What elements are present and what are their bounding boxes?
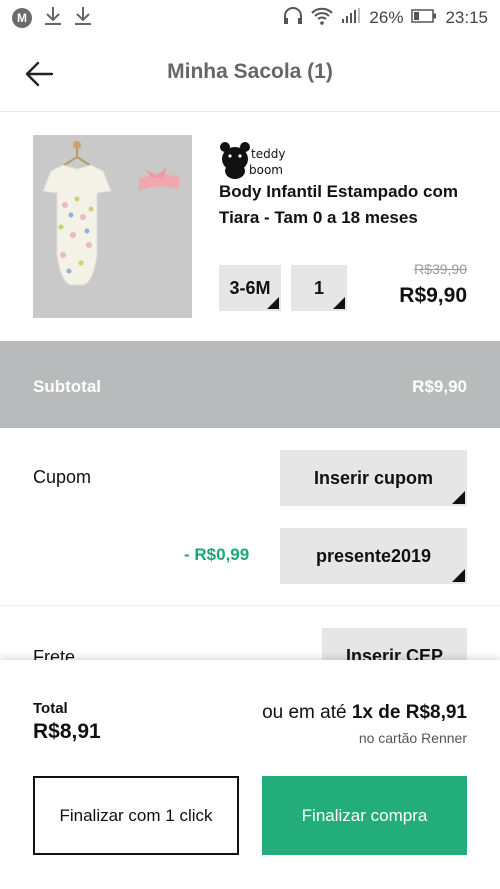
subtotal-label: Subtotal bbox=[33, 377, 101, 396]
dropdown-corner-icon bbox=[452, 491, 465, 504]
checkout-button[interactable]: Finalizar compra bbox=[262, 776, 467, 855]
subtotal-value: R$9,90 bbox=[412, 377, 467, 396]
checkout-label: Finalizar compra bbox=[301, 805, 428, 825]
download-icon bbox=[44, 6, 62, 31]
status-bar: M 26% 23:15 bbox=[0, 0, 500, 36]
dropdown-corner-icon bbox=[452, 569, 465, 582]
brand-logo: teddy boom bbox=[219, 141, 299, 181]
applied-coupon-button[interactable]: presente2019 bbox=[280, 528, 467, 584]
size-selector[interactable]: 3-6M bbox=[219, 265, 281, 311]
signal-icon bbox=[341, 7, 361, 29]
dropdown-corner-icon bbox=[267, 297, 279, 309]
quantity-value: 1 bbox=[313, 277, 324, 298]
total-label: Total bbox=[33, 700, 68, 717]
clock: 23:15 bbox=[445, 8, 488, 27]
svg-text:boom: boom bbox=[249, 163, 283, 177]
headphones-icon bbox=[283, 6, 303, 30]
download-icon bbox=[74, 6, 92, 31]
installments-value: 1x de R$8,91 bbox=[351, 702, 467, 723]
m-icon: M bbox=[12, 8, 32, 28]
battery-percent: 26% bbox=[369, 8, 404, 27]
battery-icon bbox=[411, 8, 437, 29]
coupon-label: Cupom bbox=[33, 467, 92, 487]
cart-item: teddy boom Body Infantil Estampado com T… bbox=[0, 113, 500, 341]
sale-price: R$9,90 bbox=[399, 284, 467, 307]
wifi-icon bbox=[311, 7, 334, 30]
card-note: no cartão Renner bbox=[358, 730, 467, 746]
installments-prefix: ou em até bbox=[262, 702, 347, 723]
app-header: Minha Sacola (1) bbox=[0, 36, 500, 112]
installments-info: ou em até 1x de R$8,91 bbox=[262, 702, 467, 724]
product-image[interactable] bbox=[33, 135, 192, 318]
original-price: R$39,90 bbox=[414, 261, 467, 277]
checkout-panel: Total R$8,91 ou em até 1x de R$8,91 no c… bbox=[0, 660, 500, 889]
product-name[interactable]: Body Infantil Estampado com Tiara - Tam … bbox=[219, 179, 479, 231]
size-value: 3-6M bbox=[229, 277, 271, 298]
divider bbox=[0, 605, 500, 606]
coupon-discount: - R$0,99 bbox=[184, 545, 250, 564]
one-click-label: Finalizar com 1 click bbox=[59, 805, 213, 825]
svg-text:teddy: teddy bbox=[251, 147, 285, 161]
applied-coupon-code: presente2019 bbox=[315, 545, 432, 566]
subtotal-bar: Subtotal R$9,90 bbox=[0, 341, 500, 428]
insert-coupon-button[interactable]: Inserir cupom bbox=[280, 450, 467, 506]
one-click-checkout-button[interactable]: Finalizar com 1 click bbox=[33, 776, 239, 855]
quantity-selector[interactable]: 1 bbox=[291, 265, 347, 311]
page-title: Minha Sacola (1) bbox=[167, 60, 333, 83]
dropdown-corner-icon bbox=[333, 297, 345, 309]
total-value: R$8,91 bbox=[33, 720, 101, 743]
insert-coupon-label: Inserir cupom bbox=[313, 467, 434, 488]
